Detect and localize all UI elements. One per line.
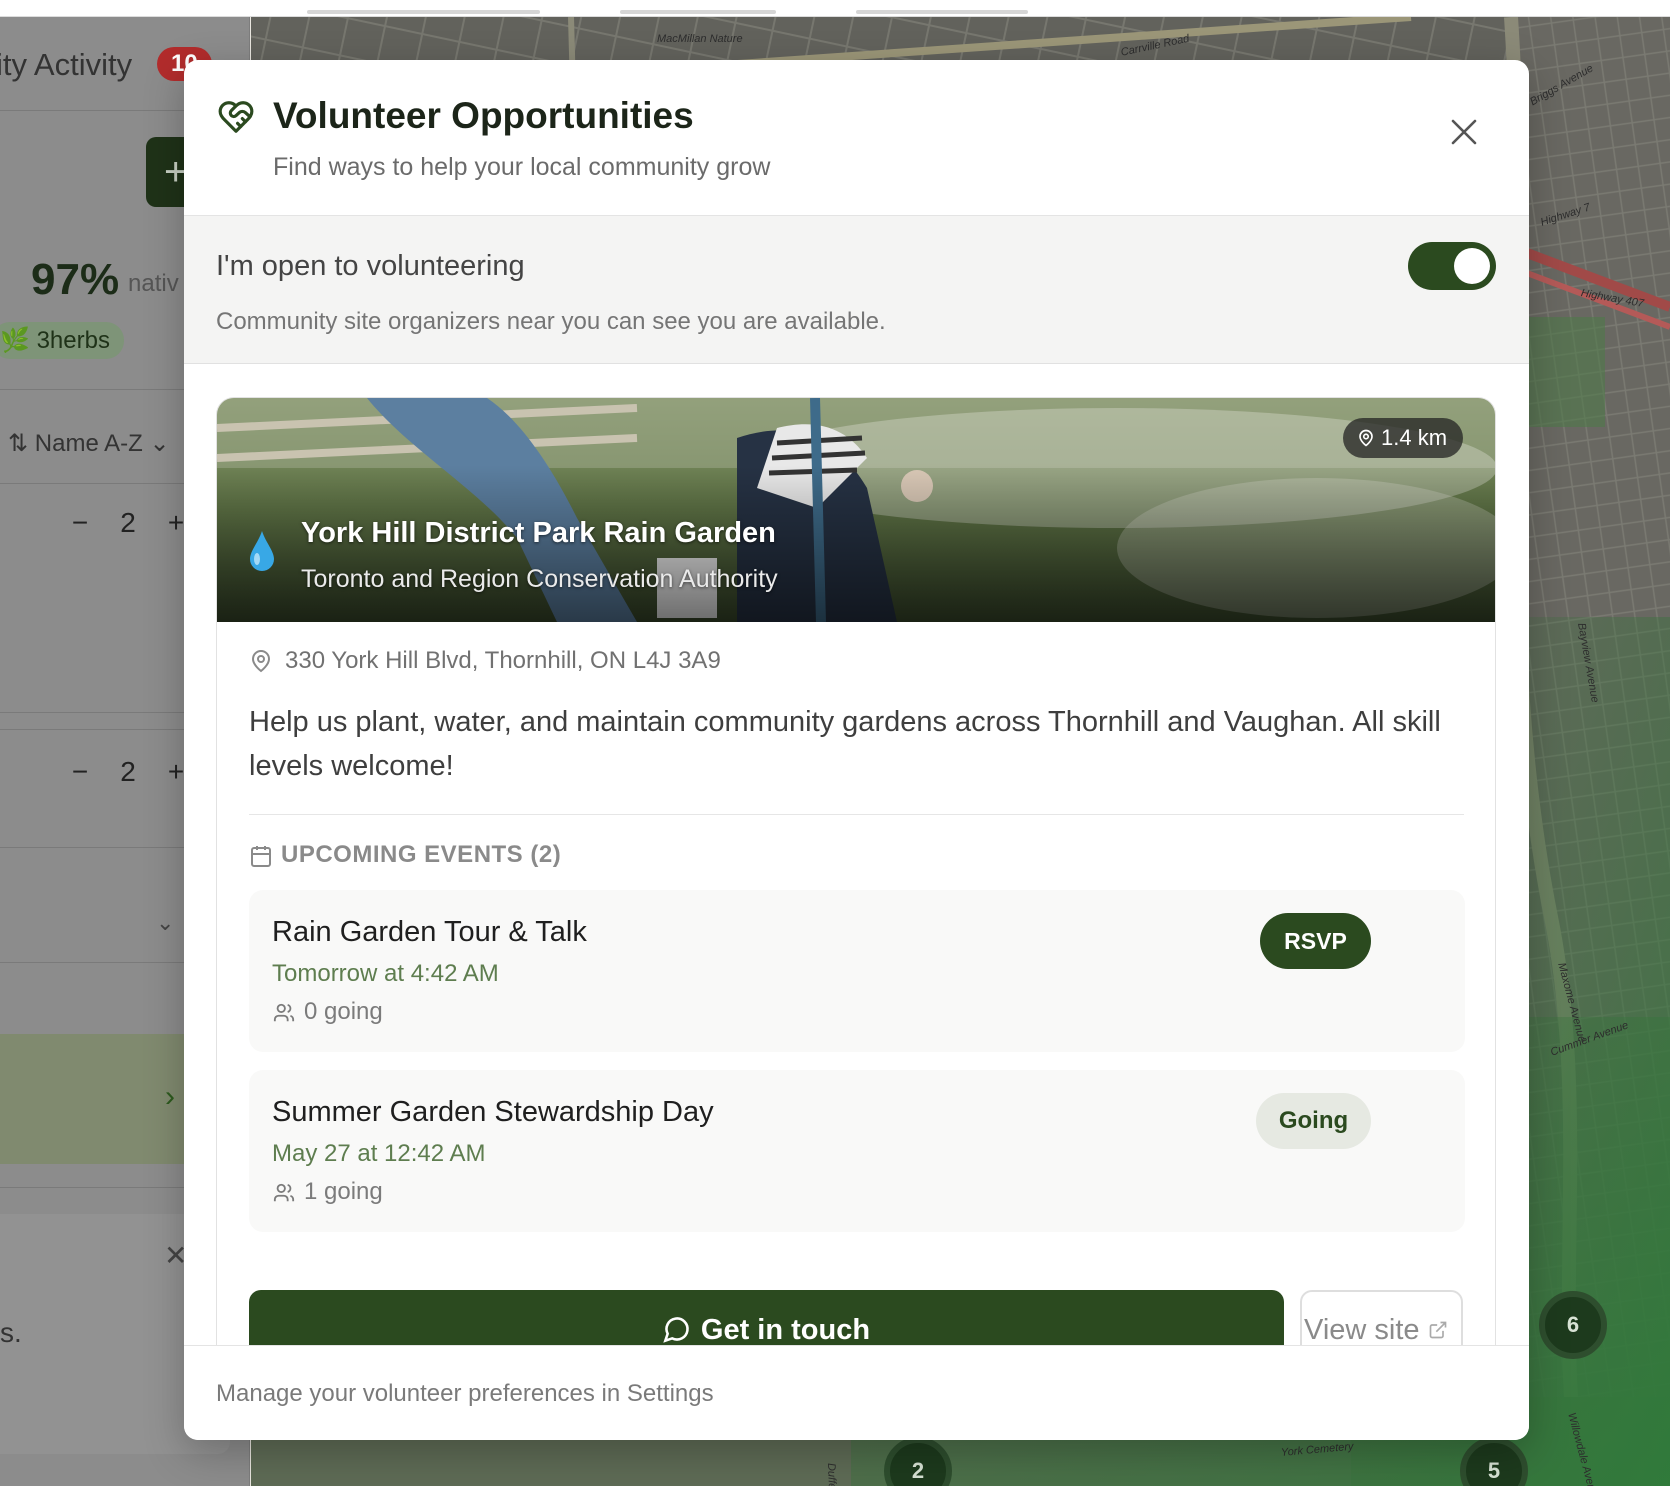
settings-hint: Manage your volunteer preferences in Set… bbox=[216, 1380, 714, 1407]
users-icon bbox=[272, 1002, 296, 1029]
going-button[interactable]: Going bbox=[1256, 1093, 1371, 1149]
top-tab-placeholder bbox=[620, 10, 776, 14]
chevron-down-icon[interactable]: ⌄ bbox=[156, 910, 174, 936]
modal-body[interactable]: 1.4 km York Hill District Park Rain Gard… bbox=[184, 365, 1529, 1405]
users-icon bbox=[272, 1182, 296, 1209]
stepper-value: 2 bbox=[120, 507, 136, 538]
site-card: 1.4 km York Hill District Park Rain Gard… bbox=[216, 397, 1496, 1405]
distance-badge: 1.4 km bbox=[1343, 418, 1464, 458]
message-circle-icon bbox=[663, 1317, 689, 1343]
site-name: York Hill District Park Rain Garden bbox=[301, 517, 776, 549]
heart-handshake-icon bbox=[216, 98, 256, 141]
event-attendee-count: 1 going bbox=[304, 1178, 383, 1205]
quantity-stepper[interactable]: −2 + bbox=[56, 507, 200, 539]
divider bbox=[249, 814, 1464, 815]
herbs-count: 3 bbox=[36, 327, 50, 354]
site-hero-image: 1.4 km York Hill District Park Rain Gard… bbox=[217, 398, 1495, 622]
event-title: Rain Garden Tour & Talk bbox=[272, 916, 587, 948]
external-link-icon bbox=[1429, 1321, 1446, 1339]
event-time: May 27 at 12:42 AM bbox=[272, 1140, 486, 1167]
herbs-chip: 🌿 3herbs bbox=[0, 322, 124, 359]
map-pin-icon bbox=[249, 648, 273, 679]
modal-title: Volunteer Opportunities bbox=[273, 95, 694, 136]
calendar-icon bbox=[249, 844, 273, 873]
map-label: Dufferin St bbox=[825, 1463, 839, 1486]
upcoming-events-heading: UPCOMING EVENTS (2) bbox=[281, 841, 562, 868]
event-attendee-count: 0 going bbox=[304, 998, 383, 1025]
minus-icon[interactable]: − bbox=[56, 507, 104, 539]
sort-dropdown[interactable]: ⇅ Name A-Z ⌄ bbox=[8, 429, 170, 458]
chevron-right-icon[interactable]: › bbox=[165, 1080, 175, 1114]
event-card: Summer Garden Stewardship Day May 27 at … bbox=[249, 1070, 1465, 1232]
chevron-down-icon: ⌄ bbox=[149, 430, 170, 457]
minus-icon[interactable]: − bbox=[56, 756, 104, 788]
sort-icon: ⇅ bbox=[8, 430, 29, 457]
event-time: Tomorrow at 4:42 AM bbox=[272, 960, 499, 987]
volunteer-toggle-description: Community site organizers near you can s… bbox=[216, 308, 886, 335]
volunteer-modal: Volunteer Opportunities Find ways to hel… bbox=[184, 60, 1529, 1440]
native-label: nativ bbox=[128, 270, 179, 297]
quantity-stepper[interactable]: −2 + bbox=[56, 756, 200, 788]
view-site-label: View site bbox=[1304, 1314, 1420, 1346]
panel-title: ity Activity bbox=[0, 47, 133, 82]
herbs-label: herbs bbox=[49, 327, 110, 354]
stepper-value: 2 bbox=[120, 756, 136, 787]
top-tab-placeholder bbox=[856, 10, 1028, 14]
close-icon[interactable] bbox=[1444, 112, 1484, 152]
modal-subtitle: Find ways to help your local community g… bbox=[273, 153, 771, 181]
rsvp-button[interactable]: RSVP bbox=[1260, 913, 1371, 969]
event-title: Summer Garden Stewardship Day bbox=[272, 1096, 714, 1128]
native-percentage: 97% bbox=[31, 255, 120, 304]
volunteer-availability-section: I'm open to volunteering Community site … bbox=[184, 216, 1529, 364]
volunteer-toggle-label: I'm open to volunteering bbox=[216, 250, 525, 282]
modal-header: Volunteer Opportunities Find ways to hel… bbox=[184, 60, 1529, 216]
volunteer-toggle[interactable] bbox=[1408, 242, 1496, 290]
leaf-icon: 🌿 bbox=[0, 327, 30, 354]
site-organization: Toronto and Region Conservation Authorit… bbox=[301, 565, 778, 593]
modal-footer: Manage your volunteer preferences in Set… bbox=[184, 1345, 1529, 1440]
sort-label: Name A-Z bbox=[34, 430, 143, 457]
toggle-knob bbox=[1454, 248, 1490, 284]
map-label: MacMillan Nature bbox=[657, 33, 743, 45]
site-address: 330 York Hill Blvd, Thornhill, ON L4J 3A… bbox=[285, 647, 721, 674]
map-pin-icon bbox=[1359, 429, 1373, 447]
get-in-touch-label: Get in touch bbox=[700, 1314, 871, 1346]
card-text: s. bbox=[0, 1317, 22, 1348]
event-card: Rain Garden Tour & Talk Tomorrow at 4:42… bbox=[249, 890, 1465, 1052]
top-bar bbox=[0, 0, 1670, 17]
top-tab-placeholder bbox=[307, 10, 540, 14]
distance-value: 1.4 km bbox=[1381, 425, 1448, 450]
map-cluster[interactable]: 6 bbox=[1539, 1291, 1607, 1359]
site-description: Help us plant, water, and maintain commu… bbox=[249, 706, 1441, 782]
